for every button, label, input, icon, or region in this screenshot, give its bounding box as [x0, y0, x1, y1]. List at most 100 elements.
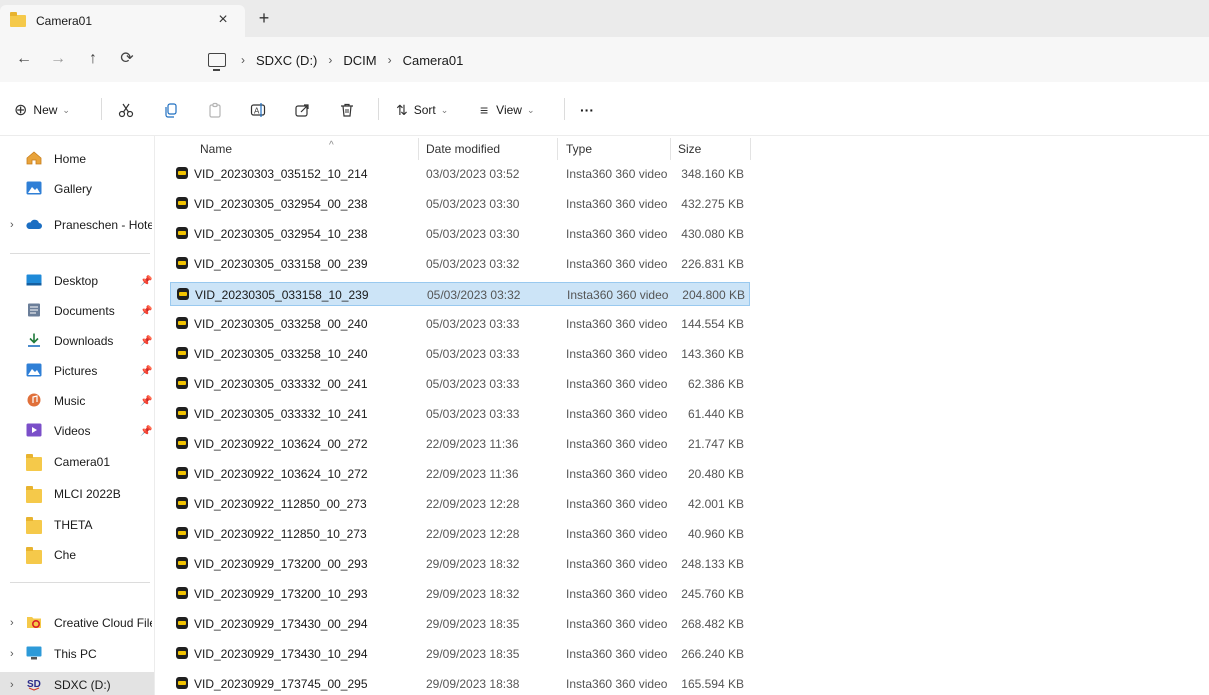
cut-button[interactable]: [118, 100, 134, 120]
expand-chevron-icon[interactable]: ›: [10, 617, 14, 629]
expand-chevron-icon[interactable]: ›: [10, 648, 14, 660]
chevron-down-icon: ⌄: [526, 104, 535, 115]
file-row[interactable]: VID_20230305_032954_10_238 05/03/2023 03:…: [170, 222, 750, 246]
videos-icon: [26, 423, 42, 437]
sidebar-item-gallery[interactable]: Gallery: [0, 176, 154, 202]
delete-icon: [341, 103, 353, 117]
file-date-modified: 29/09/2023 18:35: [426, 617, 520, 631]
file-date-modified: 29/09/2023 18:32: [426, 587, 520, 601]
file-type: Insta360 360 video: [566, 257, 668, 271]
close-tab-button[interactable]: ×: [212, 10, 234, 32]
refresh-button[interactable]: ⟳: [117, 49, 137, 69]
expand-chevron-icon[interactable]: ›: [10, 219, 14, 231]
column-header-type[interactable]: Type: [566, 142, 592, 160]
file-row[interactable]: VID_20230922_112850_00_273 22/09/2023 12:…: [170, 492, 750, 516]
file-row[interactable]: VID_20230922_103624_00_272 22/09/2023 11:…: [170, 432, 750, 456]
insta360-video-icon: [176, 377, 188, 389]
file-row[interactable]: VID_20230929_173200_00_293 29/09/2023 18:…: [170, 552, 750, 576]
file-row[interactable]: VID_20230305_033158_10_239 05/03/2023 03:…: [170, 282, 750, 306]
file-type: Insta360 360 video: [566, 647, 668, 661]
breadcrumb-camera01[interactable]: Camera01: [403, 53, 464, 68]
sidebar-item-onedrive[interactable]: › Praneschen - Hotel: [0, 212, 154, 238]
sidebar-item-home[interactable]: Home: [0, 146, 154, 172]
view-button[interactable]: ≡ View ⌄: [480, 100, 535, 120]
file-size: 20.480 KB: [687, 467, 744, 481]
view-label: View: [496, 103, 522, 117]
file-row[interactable]: VID_20230305_033332_00_241 05/03/2023 03:…: [170, 372, 750, 396]
file-row[interactable]: VID_20230305_033158_00_239 05/03/2023 03:…: [170, 252, 750, 276]
sidebar-item-pictures[interactable]: Pictures 📌: [0, 358, 154, 384]
file-type: Insta360 360 video: [566, 377, 668, 391]
breadcrumb-separator: ›: [328, 53, 333, 67]
file-row[interactable]: VID_20230305_033332_10_241 05/03/2023 03:…: [170, 402, 750, 426]
file-row[interactable]: VID_20230929_173200_10_293 29/09/2023 18:…: [170, 582, 750, 606]
sidebar-item-documents[interactable]: Documents 📌: [0, 298, 154, 324]
file-row[interactable]: VID_20230922_103624_10_272 22/09/2023 11:…: [170, 462, 750, 486]
file-type: Insta360 360 video: [566, 407, 668, 421]
file-row[interactable]: VID_20230929_173745_00_295 29/09/2023 18:…: [170, 672, 750, 695]
sidebar-label: Desktop: [54, 274, 99, 288]
paste-button[interactable]: [207, 100, 223, 120]
column-header-name[interactable]: Name ^: [200, 140, 334, 160]
file-row[interactable]: VID_20230305_033258_00_240 05/03/2023 03:…: [170, 312, 750, 336]
sidebar-item-downloads[interactable]: Downloads 📌: [0, 328, 154, 354]
sidebar-item-desktop[interactable]: Desktop 📌: [0, 268, 154, 294]
column-header-date[interactable]: Date modified: [426, 142, 500, 160]
pin-icon: 📌: [140, 365, 153, 377]
sidebar-label: Gallery: [54, 182, 93, 196]
delete-button[interactable]: [339, 100, 355, 120]
file-row[interactable]: VID_20230922_112850_10_273 22/09/2023 12:…: [170, 522, 750, 546]
file-row[interactable]: VID_20230305_033258_10_240 05/03/2023 03:…: [170, 342, 750, 366]
folder-icon: [10, 12, 26, 27]
breadcrumb-dcim[interactable]: DCIM: [343, 53, 376, 68]
more-options-button[interactable]: ···: [580, 100, 594, 120]
new-tab-button[interactable]: +: [253, 8, 275, 30]
sidebar-item-this-pc[interactable]: › This PC: [0, 641, 154, 667]
sort-button[interactable]: ⇅ Sort ⌄: [396, 100, 448, 120]
sidebar-item-creative-cloud[interactable]: › Creative Cloud Files: [0, 610, 154, 636]
breadcrumb-drive[interactable]: SDXC (D:): [256, 53, 317, 68]
file-size: 226.831 KB: [681, 257, 744, 271]
file-size: 40.960 KB: [687, 527, 744, 541]
file-row[interactable]: VID_20230305_032954_00_238 05/03/2023 03:…: [170, 192, 750, 216]
file-type: Insta360 360 video: [566, 227, 668, 241]
up-button[interactable]: ↑: [83, 49, 103, 69]
file-date-modified: 05/03/2023 03:32: [427, 288, 521, 302]
share-button[interactable]: [294, 100, 310, 120]
expand-chevron-icon[interactable]: ›: [10, 679, 14, 691]
insta360-video-icon: [176, 347, 188, 359]
sort-label: Sort: [413, 103, 436, 117]
new-button[interactable]: ⊕ New ⌄: [14, 100, 70, 120]
sidebar-item-videos[interactable]: Videos 📌: [0, 418, 154, 444]
column-header-size[interactable]: Size: [678, 142, 701, 160]
tab-camera01[interactable]: Camera01 ×: [0, 5, 245, 37]
breadcrumb[interactable]: › SDXC (D:) › DCIM › Camera01: [208, 49, 463, 71]
file-name: VID_20230305_033258_10_240: [194, 347, 368, 361]
insta360-video-icon: [176, 197, 188, 209]
file-name: VID_20230922_112850_10_273: [194, 527, 367, 541]
sidebar-label: Pictures: [54, 364, 98, 378]
share-icon: [295, 104, 309, 117]
sidebar-item-che[interactable]: Che: [0, 542, 154, 568]
rename-button[interactable]: A: [250, 100, 266, 120]
paste-icon: [209, 102, 221, 118]
back-button[interactable]: ←: [14, 49, 34, 69]
insta360-video-icon: [176, 527, 188, 539]
copy-button[interactable]: [163, 100, 179, 120]
file-size: 348.160 KB: [681, 167, 744, 181]
sidebar-item-sdxc[interactable]: › SD SDXC (D:): [0, 672, 154, 695]
file-row[interactable]: VID_20230929_173430_10_294 29/09/2023 18:…: [170, 642, 750, 666]
insta360-video-icon: [176, 167, 188, 179]
pc-icon: [26, 646, 42, 660]
file-row[interactable]: VID_20230303_035152_10_214 03/03/2023 03:…: [170, 162, 750, 186]
file-size: 245.760 KB: [681, 587, 744, 601]
file-date-modified: 05/03/2023 03:33: [426, 407, 520, 421]
file-row[interactable]: VID_20230929_173430_00_294 29/09/2023 18:…: [170, 612, 750, 636]
sidebar-item-mlci-2022b[interactable]: MLCI 2022B: [0, 481, 154, 507]
sidebar-item-theta[interactable]: THETA: [0, 512, 154, 538]
sort-ascending-icon: ^: [329, 140, 334, 151]
sidebar-item-music[interactable]: Music 📌: [0, 388, 154, 414]
breadcrumb-separator: ›: [241, 53, 245, 67]
forward-button[interactable]: →: [48, 49, 68, 69]
sidebar-item-camera01[interactable]: Camera01: [0, 449, 154, 475]
